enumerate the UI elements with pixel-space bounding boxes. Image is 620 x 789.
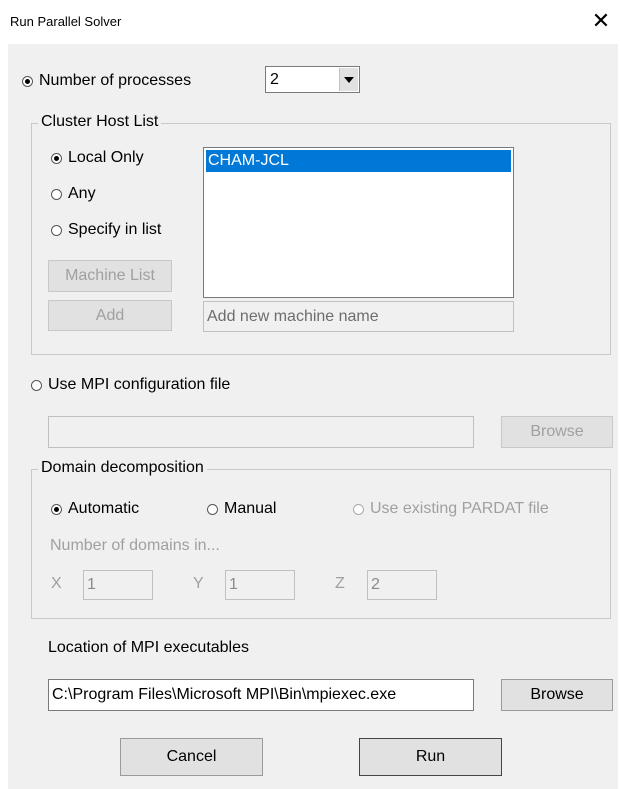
mpi-config-path-input[interactable]	[48, 416, 474, 448]
local-only-label: Local Only	[68, 149, 144, 166]
radio-indicator	[51, 503, 62, 515]
processes-radio[interactable]: Number of processes	[22, 72, 191, 90]
new-machine-input[interactable]: Add new machine name	[203, 301, 514, 332]
radio-indicator	[51, 224, 62, 236]
mpi-config-browse-button[interactable]: Browse	[501, 416, 613, 448]
specify-in-list-label: Specify in list	[68, 221, 162, 238]
title-bar: Run Parallel Solver ✕	[0, 0, 620, 44]
z-label: Z	[335, 575, 345, 592]
domain-decomposition-group: Domain decomposition Automatic Manual Us…	[31, 459, 611, 619]
radio-indicator	[51, 188, 62, 200]
radio-indicator	[51, 152, 62, 164]
use-mpi-config-radio[interactable]: Use MPI configuration file	[31, 376, 230, 394]
x-label: X	[51, 575, 62, 592]
selected-host[interactable]: CHAM-JCL	[206, 150, 511, 172]
processes-value: 2	[270, 71, 279, 88]
mpi-executables-label: Location of MPI executables	[48, 639, 250, 656]
domain-count-label: Number of domains in...	[50, 537, 220, 554]
y-domains-input[interactable]: 1	[225, 570, 295, 600]
y-label: Y	[193, 575, 204, 592]
add-button[interactable]: Add	[48, 300, 172, 331]
chevron-down-icon[interactable]	[339, 68, 358, 91]
machine-list-button[interactable]: Machine List	[48, 260, 172, 292]
cluster-host-list-group: Cluster Host List Local Only Any Specify…	[31, 113, 611, 355]
manual-label: Manual	[224, 500, 277, 517]
radio-indicator	[31, 379, 42, 391]
manual-radio[interactable]: Manual	[207, 500, 276, 518]
x-domains-input[interactable]: 1	[83, 570, 153, 600]
local-only-radio[interactable]: Local Only	[51, 149, 144, 167]
radio-indicator	[353, 503, 364, 515]
automatic-label: Automatic	[68, 500, 140, 517]
cluster-host-list-title: Cluster Host List	[38, 113, 162, 131]
dialog-body: Number of processes 2 Cluster Host List …	[8, 44, 618, 789]
domain-decomposition-title: Domain decomposition	[38, 459, 207, 477]
host-listbox[interactable]: CHAM-JCL	[203, 147, 514, 298]
processes-dropdown[interactable]: 2	[265, 66, 360, 93]
window-title: Run Parallel Solver	[10, 14, 122, 29]
specify-in-list-radio[interactable]: Specify in list	[51, 221, 161, 239]
radio-indicator	[22, 75, 33, 87]
mpi-executables-browse-button[interactable]: Browse	[501, 679, 613, 711]
close-icon[interactable]: ✕	[588, 8, 614, 34]
automatic-radio[interactable]: Automatic	[51, 500, 139, 518]
use-mpi-config-label: Use MPI configuration file	[48, 376, 231, 393]
use-existing-pardat-radio[interactable]: Use existing PARDAT file	[353, 500, 549, 518]
any-radio[interactable]: Any	[51, 185, 96, 203]
run-button[interactable]: Run	[359, 738, 502, 776]
use-existing-pardat-label: Use existing PARDAT file	[370, 500, 549, 517]
cancel-button[interactable]: Cancel	[120, 738, 263, 776]
any-label: Any	[68, 185, 96, 202]
processes-label: Number of processes	[39, 72, 192, 89]
z-domains-input[interactable]: 2	[367, 570, 437, 600]
radio-indicator	[207, 503, 218, 515]
mpi-executables-path-input[interactable]: C:\Program Files\Microsoft MPI\Bin\mpiex…	[48, 679, 474, 711]
